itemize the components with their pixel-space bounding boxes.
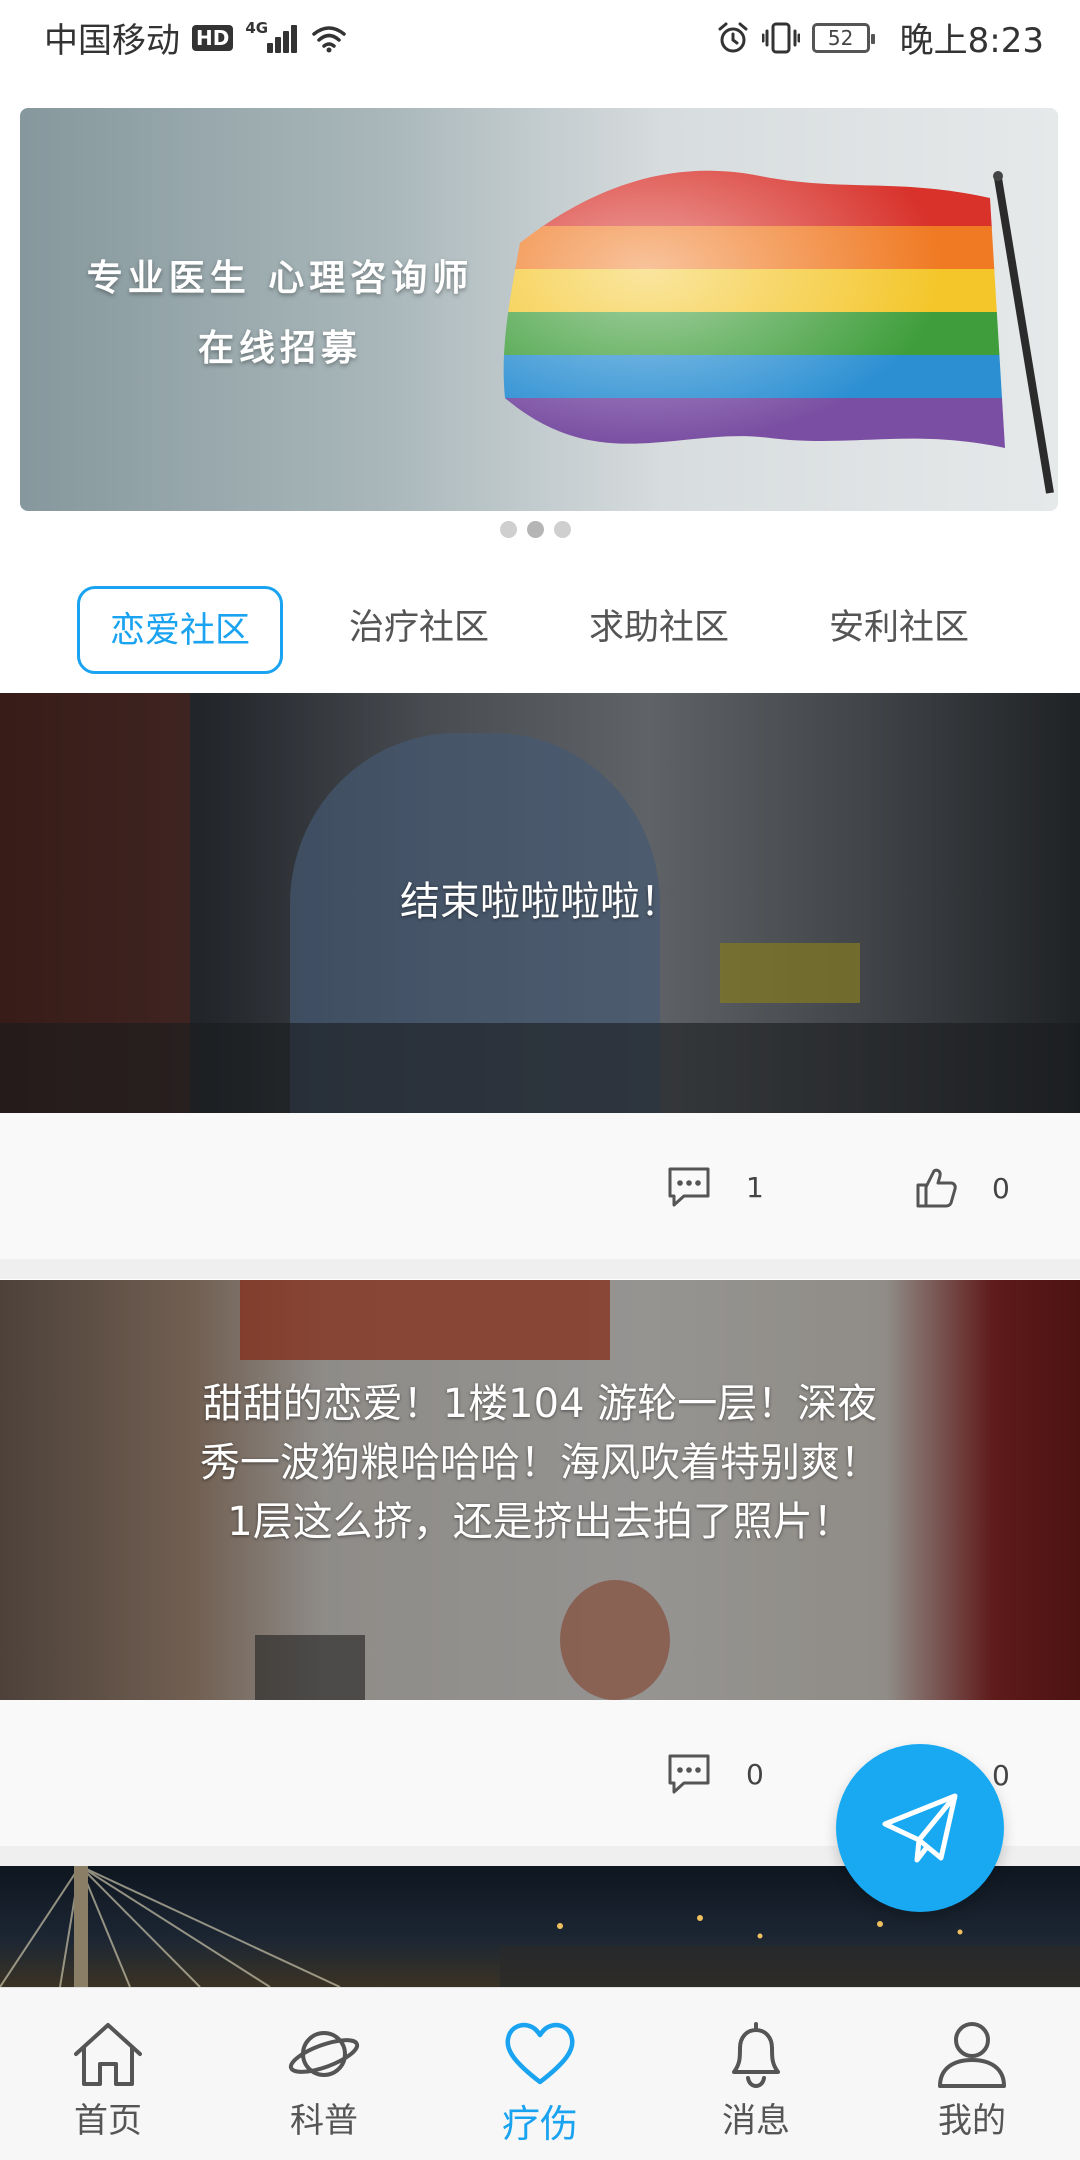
comment-icon bbox=[668, 1754, 710, 1794]
nav-messages-label: 消息 bbox=[722, 2101, 790, 2141]
battery-icon: 52 bbox=[811, 22, 875, 53]
planet-icon bbox=[288, 2031, 360, 2077]
clock: 晚上8:23 bbox=[899, 21, 1044, 61]
post-card[interactable]: 结束啦啦啦啦！ bbox=[0, 693, 1080, 1113]
heart-icon bbox=[505, 2022, 575, 2085]
like-count-value: 0 bbox=[992, 1758, 1010, 1792]
nav-home[interactable]: 首页 bbox=[0, 1988, 216, 2160]
comment-icon bbox=[668, 1167, 710, 1207]
recruitment-banner[interactable]: 专业医生 心理咨询师 在线招募 bbox=[20, 108, 1058, 511]
alarm-icon bbox=[718, 22, 748, 52]
new-post-button[interactable] bbox=[836, 1744, 1004, 1912]
like-count[interactable]: 0 bbox=[914, 1166, 1010, 1210]
nav-science-label: 科普 bbox=[290, 2101, 358, 2141]
network-type: 4G bbox=[245, 18, 269, 37]
page-dot bbox=[500, 521, 517, 538]
nav-home-label: 首页 bbox=[74, 2101, 142, 2141]
hd-badge: HD bbox=[192, 24, 234, 51]
comment-count-value: 0 bbox=[746, 1757, 764, 1791]
nav-profile-label: 我的 bbox=[938, 2101, 1006, 2141]
vibrate-icon bbox=[761, 22, 800, 53]
post-divider bbox=[0, 1259, 1080, 1279]
like-count-value: 0 bbox=[992, 1171, 1010, 1205]
thumbs-up-icon bbox=[916, 1168, 957, 1208]
community-tabs: 恋爱社区 治疗社区 求助社区 安利社区 bbox=[0, 586, 1080, 676]
bottom-navigation: 首页 科普 疗伤 消息 我的 bbox=[0, 1987, 1080, 2160]
comment-count[interactable]: 0 bbox=[666, 1753, 764, 1795]
nav-healing-label: 疗伤 bbox=[501, 2102, 578, 2146]
page-dot-active bbox=[527, 521, 544, 538]
tab-love-community[interactable]: 恋爱社区 bbox=[77, 586, 283, 674]
nav-science[interactable]: 科普 bbox=[216, 1988, 432, 2160]
tab-therapy-community[interactable]: 治疗社区 bbox=[316, 586, 522, 674]
banner-line-1: 专业医生 心理咨询师 bbox=[86, 257, 474, 299]
page-dot bbox=[554, 521, 571, 538]
home-icon bbox=[74, 2023, 142, 2086]
tab-help-community[interactable]: 求助社区 bbox=[556, 586, 762, 674]
bell-icon bbox=[732, 2022, 780, 2088]
send-icon bbox=[882, 1793, 958, 1863]
status-bar: 中国移动 HD 4G 52 晚上8:23 bbox=[0, 0, 1080, 75]
nav-profile[interactable]: 我的 bbox=[864, 1988, 1080, 2160]
rainbow-flag-image bbox=[503, 170, 1054, 494]
post-title: 结束啦啦啦啦！ bbox=[400, 879, 680, 925]
post-footer: 1 0 bbox=[0, 1113, 1080, 1259]
carrier-name: 中国移动 bbox=[44, 21, 180, 61]
nav-healing[interactable]: 疗伤 bbox=[432, 1988, 648, 2160]
nav-messages[interactable]: 消息 bbox=[648, 1988, 864, 2160]
user-icon bbox=[938, 2022, 1006, 2088]
signal-icon: 4G bbox=[245, 18, 299, 55]
banner-line-2: 在线招募 bbox=[197, 327, 362, 369]
post-title: 甜甜的恋爱！1楼104 游轮一层！深夜秀一波狗粮哈哈哈！海风吹着特别爽！1层这么… bbox=[200, 1381, 880, 1545]
comment-count[interactable]: 1 bbox=[666, 1166, 764, 1208]
banner-page-indicator bbox=[500, 521, 571, 538]
banner-text: 专业医生 心理咨询师 在线招募 bbox=[60, 243, 500, 383]
wifi-icon bbox=[312, 25, 347, 52]
tab-recommend-community[interactable]: 安利社区 bbox=[796, 586, 1002, 674]
post-card[interactable]: 甜甜的恋爱！1楼104 游轮一层！深夜秀一波狗粮哈哈哈！海风吹着特别爽！1层这么… bbox=[0, 1280, 1080, 1700]
comment-count-value: 1 bbox=[746, 1170, 764, 1204]
